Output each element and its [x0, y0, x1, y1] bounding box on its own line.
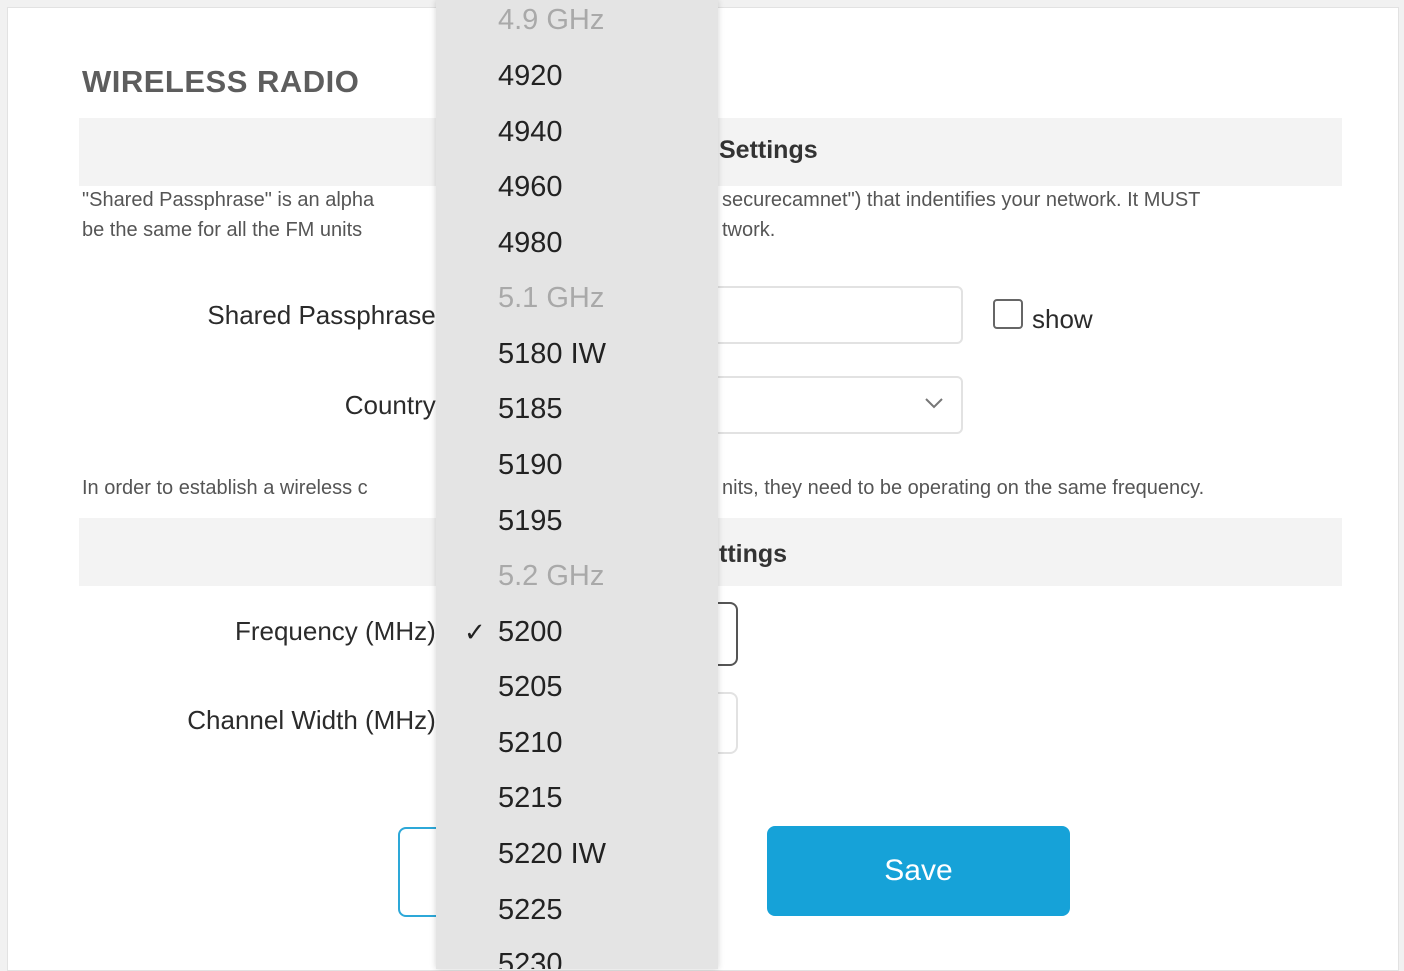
option-5220-iw[interactable]: 5220 IW — [498, 834, 606, 874]
option-4920[interactable]: 4920 — [498, 56, 563, 96]
passphrase-help-line1-right: securecamnet") that indentifies your net… — [722, 189, 1201, 211]
option-group-4-9-ghz: 4.9 GHz — [498, 4, 605, 36]
option-5210[interactable]: 5210 — [498, 723, 563, 763]
passphrase-help-line2-right: twork. — [722, 219, 776, 241]
checkmark-icon: ✓ — [464, 617, 486, 647]
option-5215[interactable]: 5215 — [498, 778, 563, 818]
radio-settings-title: ttings — [719, 540, 788, 568]
option-5230[interactable]: 5230 — [498, 944, 563, 969]
option-group-5-2-ghz: 5.2 GHz — [498, 560, 605, 592]
option-5185[interactable]: 5185 — [498, 389, 563, 429]
show-passphrase-label: show — [1032, 304, 1093, 334]
channel-width-label: Channel Width (MHz): — [187, 705, 443, 735]
frequency-help-left: In order to establish a wireless c — [82, 477, 368, 499]
country-label: Country: — [344, 390, 443, 420]
passphrase-help-line1-left: "Shared Passphrase" is an alpha — [82, 189, 375, 211]
option-5200-selected[interactable]: 5200 — [498, 612, 563, 652]
show-passphrase-checkbox[interactable] — [993, 299, 1023, 329]
security-settings-title: Settings — [719, 136, 818, 164]
passphrase-help-line2-left: be the same for all the FM units — [82, 219, 363, 241]
save-button[interactable]: Save — [767, 826, 1070, 916]
frequency-help-right: nits, they need to be operating on the s… — [722, 477, 1205, 499]
option-5205[interactable]: 5205 — [498, 667, 563, 707]
passphrase-input[interactable] — [698, 286, 963, 344]
frequency-label: Frequency (MHz): — [234, 616, 443, 646]
option-5195[interactable]: 5195 — [498, 501, 563, 541]
chevron-down-icon — [925, 398, 943, 409]
country-select[interactable] — [698, 376, 963, 434]
option-4960[interactable]: 4960 — [498, 167, 563, 207]
option-5180-iw[interactable]: 5180 IW — [498, 334, 606, 374]
passphrase-label: Shared Passphrase: — [207, 300, 443, 330]
option-4980[interactable]: 4980 — [498, 223, 563, 263]
frequency-dropdown-list[interactable]: 4.9 GHz 4920 4940 4960 4980 5.1 GHz 5180… — [436, 0, 718, 969]
option-group-5-1-ghz: 5.1 GHz — [498, 282, 605, 314]
page-title: WIRELESS RADIO — [82, 64, 360, 99]
option-4940[interactable]: 4940 — [498, 112, 563, 152]
option-5225[interactable]: 5225 — [498, 890, 563, 930]
option-5190[interactable]: 5190 — [498, 445, 563, 485]
